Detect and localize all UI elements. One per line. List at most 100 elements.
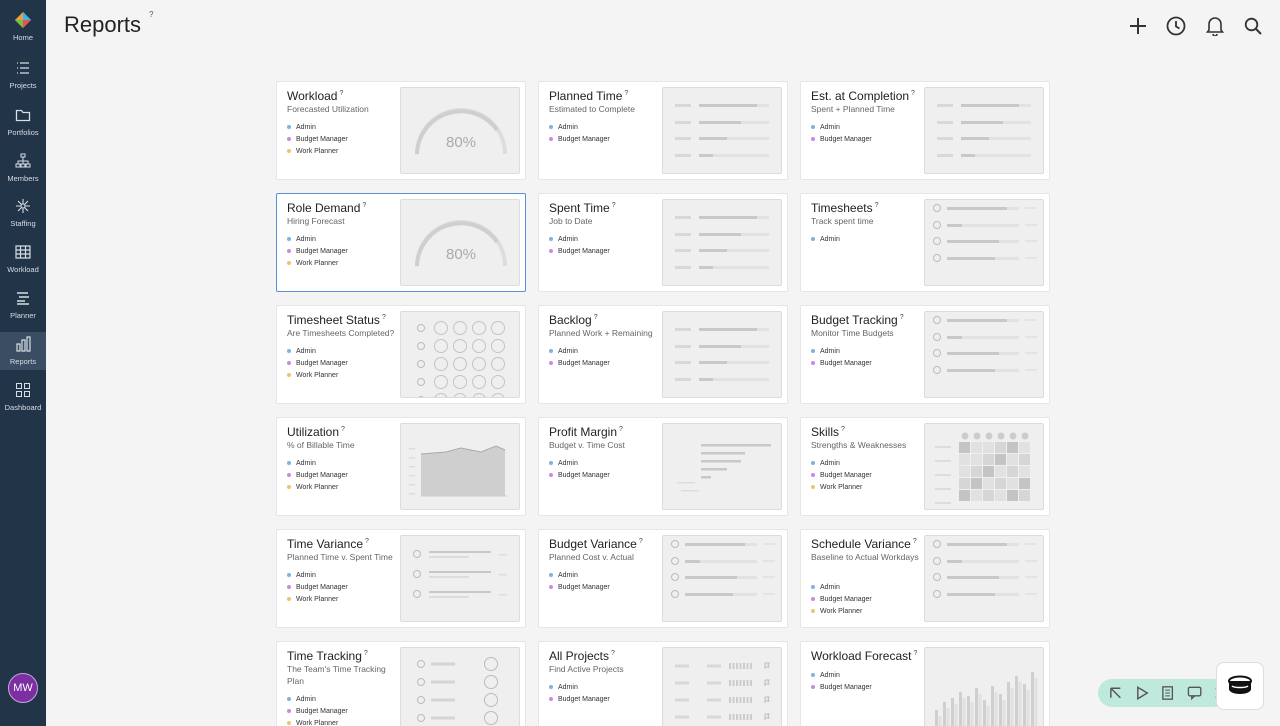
- help-icon[interactable]: ?: [875, 202, 879, 209]
- report-card-est-at-completion[interactable]: Est. at Completion? Spent + Planned Time A…: [800, 81, 1050, 180]
- report-card-workload[interactable]: Workload? Forecasted Utilization Admin Budg…: [276, 81, 526, 180]
- report-card-budget-tracking[interactable]: Budget Tracking? Monitor Time Budgets Admi…: [800, 305, 1050, 404]
- clock-icon[interactable]: [1164, 14, 1188, 38]
- help-icon[interactable]: ?: [900, 314, 904, 321]
- role-label: Admin: [558, 235, 578, 243]
- pointer-icon[interactable]: [1108, 685, 1123, 701]
- search-icon[interactable]: [1241, 14, 1265, 38]
- card-title-text: Profit Margin: [549, 425, 618, 439]
- report-card-all-projects[interactable]: All Projects? Find Active Projects Admin Bu…: [538, 641, 788, 726]
- report-card-backlog[interactable]: Backlog? Planned Work + Remaining Admin Bud…: [538, 305, 788, 404]
- bell-icon[interactable]: [1203, 14, 1227, 38]
- role-label: Admin: [820, 583, 840, 591]
- report-card-role-demand[interactable]: Role Demand? Hiring Forecast Admin Budget M…: [276, 193, 526, 292]
- role-label: Budget Manager: [296, 707, 348, 715]
- role-label: Admin: [296, 571, 316, 579]
- help-icon[interactable]: ?: [913, 650, 917, 657]
- card-title: Planned Time?: [549, 89, 628, 103]
- sidebar-item-dashboard[interactable]: Dashboard: [0, 378, 46, 422]
- help-icon[interactable]: ?: [911, 90, 915, 97]
- report-card-spent-time[interactable]: Spent Time? Job to Date Admin Budget Manage…: [538, 193, 788, 292]
- role-list: Admin Budget Manager: [549, 457, 610, 481]
- card-subtitle: Find Active Projects: [549, 664, 624, 674]
- sidebar-item-portfolios[interactable]: Portfolios: [0, 103, 46, 147]
- add-icon[interactable]: [1126, 14, 1150, 38]
- avatar[interactable]: MW: [8, 673, 38, 703]
- role-label: Work Planner: [296, 371, 339, 379]
- help-icon[interactable]: ?: [362, 202, 366, 209]
- help-icon[interactable]: ?: [841, 426, 845, 433]
- role-dot-icon: [287, 249, 291, 253]
- role-label: Work Planner: [820, 483, 863, 491]
- role-dot-icon: [549, 349, 553, 353]
- card-title: Backlog?: [549, 313, 598, 327]
- role-item: Budget Manager: [287, 357, 348, 369]
- report-card-skills[interactable]: Skills? Strengths & Weaknesses Admin Budget…: [800, 417, 1050, 516]
- report-card-time-variance[interactable]: Time Variance? Planned Time v. Spent Time…: [276, 529, 526, 628]
- report-thumbnail: 80%: [400, 199, 520, 286]
- report-thumbnail: [662, 647, 782, 726]
- role-dot-icon: [287, 149, 291, 153]
- sidebar-item-planner[interactable]: Planner: [0, 286, 46, 330]
- role-dot-icon: [287, 261, 291, 265]
- help-icon[interactable]: ?: [339, 90, 343, 97]
- card-subtitle: Planned Cost v. Actual: [549, 552, 634, 562]
- report-card-budget-variance[interactable]: Budget Variance? Planned Cost v. Actual Ad…: [538, 529, 788, 628]
- card-title: Timesheet Status?: [287, 313, 386, 327]
- role-label: Budget Manager: [296, 135, 348, 143]
- help-icon[interactable]: ?: [382, 314, 386, 321]
- card-subtitle: Planned Work + Remaining: [549, 328, 653, 338]
- role-list: Admin Budget Manager Work Planner: [287, 457, 348, 493]
- role-label: Admin: [296, 459, 316, 467]
- role-dot-icon: [549, 249, 553, 253]
- role-label: Budget Manager: [558, 359, 610, 367]
- dashboard-icon: [15, 382, 31, 398]
- card-title: Time Variance?: [287, 537, 369, 551]
- help-icon[interactable]: ?: [364, 650, 368, 657]
- sidebar-item-workload[interactable]: Workload: [0, 240, 46, 284]
- sidebar-item-label: Staffing: [10, 219, 36, 228]
- help-icon[interactable]: ?: [913, 538, 917, 545]
- role-list: Admin Budget Manager Work Planner: [811, 457, 872, 493]
- help-icon[interactable]: ?: [341, 426, 345, 433]
- help-icon[interactable]: ?: [149, 10, 153, 19]
- role-dot-icon: [549, 237, 553, 241]
- role-item: Admin: [549, 233, 610, 245]
- help-icon[interactable]: ?: [624, 90, 628, 97]
- role-dot-icon: [811, 609, 815, 613]
- comment-icon[interactable]: [1187, 685, 1202, 701]
- sidebar-item-label: Projects: [9, 81, 37, 90]
- report-card-time-tracking[interactable]: Time Tracking? The Team's Time Tracking P…: [276, 641, 526, 726]
- notes-icon[interactable]: [1160, 685, 1175, 701]
- card-subtitle: Estimated to Complete: [549, 104, 635, 114]
- sidebar-item-projects[interactable]: Projects: [0, 56, 46, 100]
- sidebar-item-members[interactable]: Members: [0, 149, 46, 193]
- help-icon[interactable]: ?: [619, 426, 623, 433]
- help-icon[interactable]: ?: [611, 650, 615, 657]
- report-card-planned-time[interactable]: Planned Time? Estimated to Complete Admin B…: [538, 81, 788, 180]
- role-list: Admin Budget Manager: [549, 233, 610, 257]
- card-title-text: Workload Forecast: [811, 649, 912, 663]
- sidebar-item-reports[interactable]: Reports: [0, 332, 46, 370]
- chat-button[interactable]: [1216, 662, 1264, 710]
- sidebar-item-home[interactable]: Home: [0, 8, 46, 52]
- role-label: Admin: [558, 347, 578, 355]
- help-icon[interactable]: ?: [639, 538, 643, 545]
- help-icon[interactable]: ?: [594, 314, 598, 321]
- play-icon[interactable]: [1134, 685, 1149, 701]
- role-dot-icon: [287, 573, 291, 577]
- report-card-utilization[interactable]: Utilization?% of Billable Time Admin Budge…: [276, 417, 526, 516]
- role-item: Admin: [811, 669, 872, 681]
- role-label: Work Planner: [296, 259, 339, 267]
- sidebar-item-staffing[interactable]: Staffing: [0, 194, 46, 238]
- help-icon[interactable]: ?: [365, 538, 369, 545]
- report-card-profit-margin[interactable]: Profit Margin? Budget v. Time Cost Admin Bu…: [538, 417, 788, 516]
- report-card-timesheets[interactable]: Timesheets? Track spent time Admin: [800, 193, 1050, 292]
- help-icon[interactable]: ?: [612, 202, 616, 209]
- report-card-timesheet-status[interactable]: Timesheet Status? Are Timesheets Complete…: [276, 305, 526, 404]
- sidebar-item-label: Dashboard: [4, 403, 42, 412]
- report-card-workload-forecast[interactable]: Workload Forecast? Admin Budget Manager: [800, 641, 1050, 726]
- report-card-schedule-variance[interactable]: Schedule Variance? Baseline to Actual Wor…: [800, 529, 1050, 628]
- role-item: Budget Manager: [287, 133, 348, 145]
- role-dot-icon: [811, 685, 815, 689]
